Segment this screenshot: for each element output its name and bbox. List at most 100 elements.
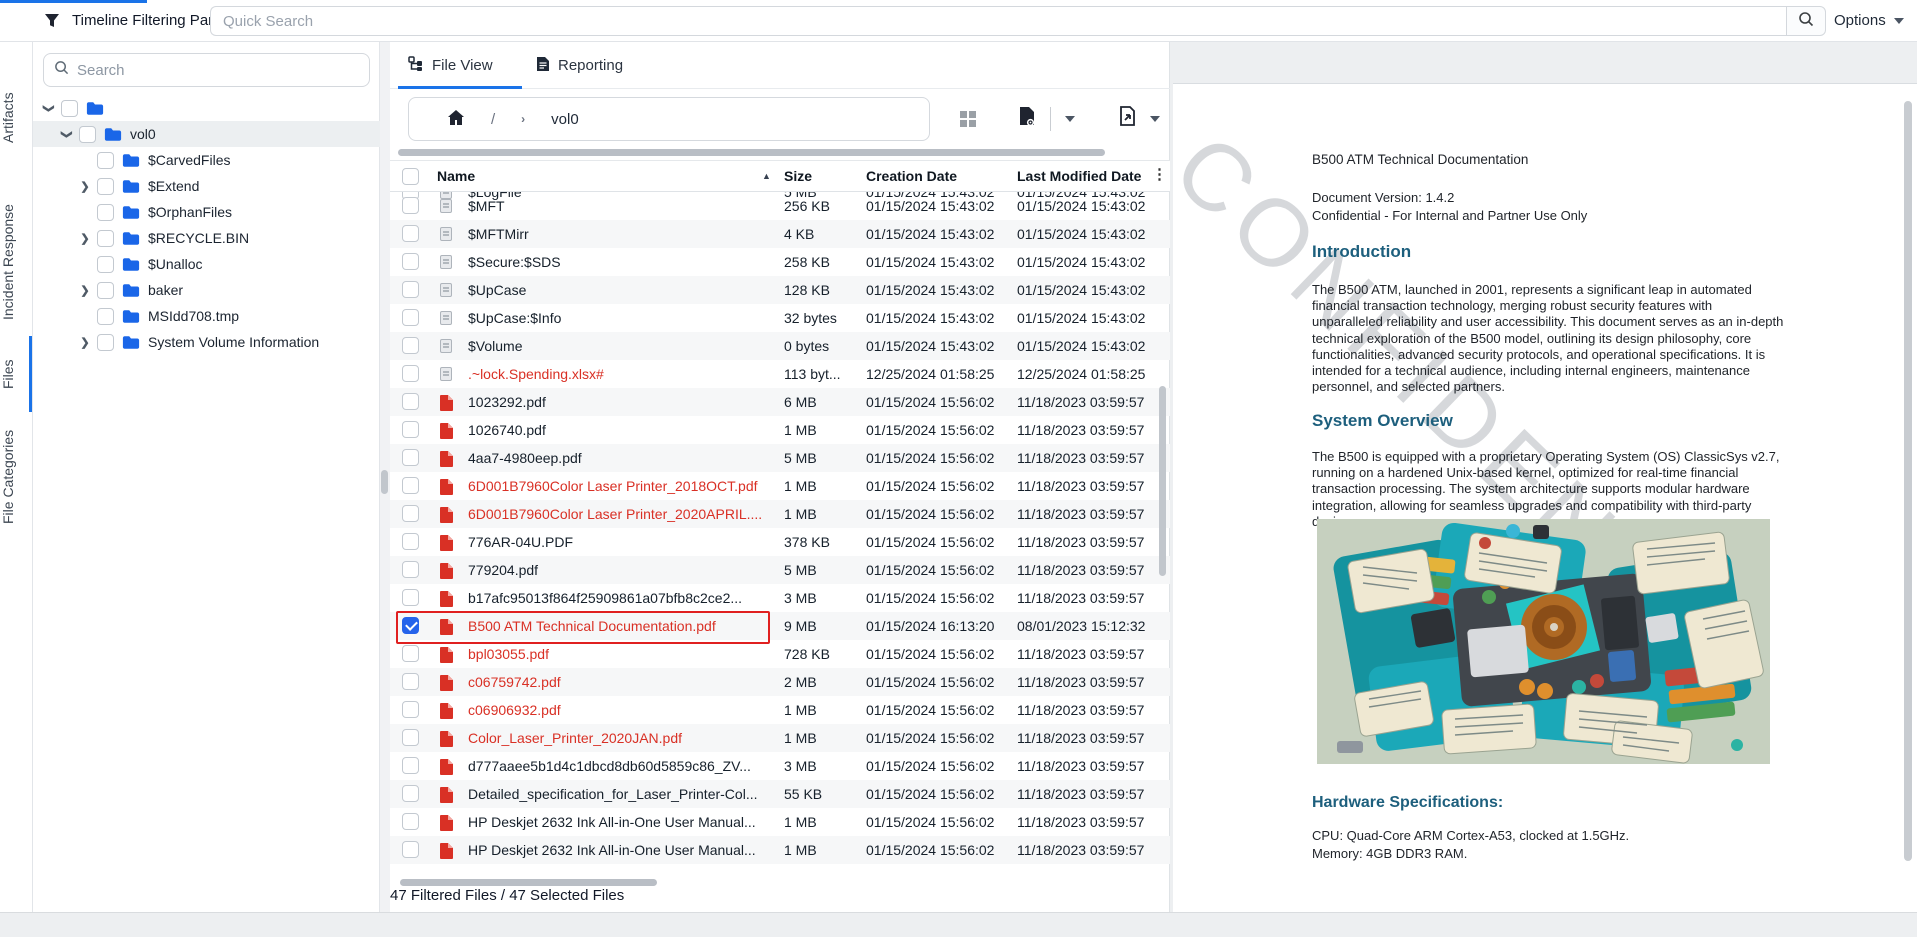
sidebar-tab-file-categories[interactable]: File Categories <box>0 414 33 539</box>
table-vertical-scrollbar-thumb[interactable] <box>1159 386 1166 576</box>
sort-ascending-icon[interactable]: ▲ <box>762 171 771 181</box>
quick-search-button[interactable] <box>1786 6 1826 36</box>
file-name-cell[interactable]: $UpCase <box>468 276 766 304</box>
quick-search-input[interactable] <box>210 6 1786 36</box>
column-header-creation-date[interactable]: Creation Date <box>866 168 957 184</box>
file-name-cell[interactable]: 779204.pdf <box>468 556 766 584</box>
file-name-cell[interactable]: 1026740.pdf <box>468 416 766 444</box>
file-name-cell[interactable]: 1023292.pdf <box>468 388 766 416</box>
options-button[interactable]: Options <box>1834 6 1904 36</box>
file-name-cell[interactable]: Color_Laser_Printer_2020JAN.pdf <box>468 724 766 752</box>
tree-item-msidd708-tmp[interactable]: ❯ MSIdd708.tmp <box>33 303 380 329</box>
home-icon[interactable] <box>447 109 465 130</box>
tree-item-checkbox[interactable] <box>97 334 114 351</box>
row-checkbox[interactable] <box>402 477 419 494</box>
file-name-cell[interactable]: 6D001B7960Color Laser Printer_2018OCT.pd… <box>468 472 766 500</box>
tree-item--recycle-bin[interactable]: ❯ $RECYCLE.BIN <box>33 225 380 251</box>
tree-item[interactable]: ❯ <box>33 95 380 121</box>
table-row[interactable]: c06906932.pdf 1 MB 01/15/2024 15:56:02 1… <box>390 696 1170 724</box>
row-checkbox[interactable] <box>402 533 419 550</box>
file-name-cell[interactable]: b17afc95013f864f25909861a07bfb8c2ce2... <box>468 584 766 612</box>
chevron-icon[interactable]: ❯ <box>77 336 93 349</box>
chevron-icon[interactable]: ❯ <box>77 180 93 193</box>
file-name-cell[interactable]: Detailed_specification_for_Laser_Printer… <box>468 780 766 808</box>
table-horizontal-scrollbar-bottom[interactable] <box>400 879 657 886</box>
tree-item--extend[interactable]: ❯ $Extend <box>33 173 380 199</box>
row-checkbox[interactable] <box>402 309 419 326</box>
table-horizontal-scrollbar-top[interactable] <box>398 149 1105 156</box>
file-name-cell[interactable]: 776AR-04U.PDF <box>468 528 766 556</box>
row-checkbox[interactable] <box>402 365 419 382</box>
sidebar-tab-files[interactable]: Files <box>0 344 33 404</box>
column-header-size[interactable]: Size <box>784 168 812 184</box>
breadcrumb[interactable]: / › vol0 <box>408 97 930 141</box>
tree-item-checkbox[interactable] <box>97 178 114 195</box>
preview-scrollbar-thumb[interactable] <box>1904 101 1912 861</box>
file-name-cell[interactable]: $MFTMirr <box>468 220 766 248</box>
chevron-down-icon[interactable] <box>1150 116 1160 122</box>
table-row[interactable]: b17afc95013f864f25909861a07bfb8c2ce2... … <box>390 584 1170 612</box>
row-checkbox[interactable] <box>402 505 419 522</box>
tab-file-view[interactable]: File View <box>408 42 493 89</box>
row-checkbox[interactable] <box>402 393 419 410</box>
tab-reporting[interactable]: Reporting <box>536 42 623 89</box>
tree-item--unalloc[interactable]: ❯ $Unalloc <box>33 251 380 277</box>
tree-item-baker[interactable]: ❯ baker <box>33 277 380 303</box>
tree-item-checkbox[interactable] <box>97 230 114 247</box>
table-row[interactable]: $Secure:$SDS 258 KB 01/15/2024 15:43:02 … <box>390 248 1170 276</box>
file-name-cell[interactable]: $UpCase:$Info <box>468 304 766 332</box>
chevron-icon[interactable]: ❯ <box>61 126 74 142</box>
table-row[interactable]: Detailed_specification_for_Laser_Printer… <box>390 780 1170 808</box>
tree-item-system-volume-information[interactable]: ❯ System Volume Information <box>33 329 380 355</box>
sidebar-tab-artifacts[interactable]: Artifacts <box>0 73 33 163</box>
table-row[interactable]: .~lock.Spending.xlsx# 113 byt... 12/25/2… <box>390 360 1170 388</box>
file-preview-icon[interactable] <box>1018 106 1036 132</box>
row-checkbox[interactable] <box>402 841 419 858</box>
file-name-cell[interactable]: HP Deskjet 2632 Ink All-in-One User Manu… <box>468 808 766 836</box>
row-checkbox[interactable] <box>402 673 419 690</box>
file-name-cell[interactable]: c06906932.pdf <box>468 696 766 724</box>
row-checkbox[interactable] <box>402 421 419 438</box>
row-checkbox[interactable] <box>402 757 419 774</box>
table-row[interactable]: bpl03055.pdf 728 KB 01/15/2024 15:56:02 … <box>390 640 1170 668</box>
row-checkbox[interactable] <box>402 645 419 662</box>
table-row[interactable]: Color_Laser_Printer_2020JAN.pdf 1 MB 01/… <box>390 724 1170 752</box>
select-all-checkbox[interactable] <box>402 168 419 185</box>
tree-item-checkbox[interactable] <box>97 256 114 273</box>
table-row[interactable]: HP Deskjet 2632 Ink All-in-One User Manu… <box>390 808 1170 836</box>
row-checkbox[interactable] <box>402 197 419 214</box>
tree-item--carvedfiles[interactable]: ❯ $CarvedFiles <box>33 147 380 173</box>
table-row[interactable]: B500 ATM Technical Documentation.pdf 9 M… <box>390 612 1170 640</box>
row-checkbox[interactable] <box>402 729 419 746</box>
tree-item--orphanfiles[interactable]: ❯ $OrphanFiles <box>33 199 380 225</box>
table-row[interactable]: 6D001B7960Color Laser Printer_2020APRIL.… <box>390 500 1170 528</box>
breadcrumb-path[interactable]: vol0 <box>551 111 579 128</box>
table-row[interactable]: $MFTMirr 4 KB 01/15/2024 15:43:02 01/15/… <box>390 220 1170 248</box>
file-name-cell[interactable]: HP Deskjet 2632 Ink All-in-One User Manu… <box>468 836 766 864</box>
table-row[interactable]: 779204.pdf 5 MB 01/15/2024 15:56:02 11/1… <box>390 556 1170 584</box>
row-checkbox[interactable] <box>402 225 419 242</box>
row-checkbox[interactable] <box>402 449 419 466</box>
column-header-name[interactable]: Name <box>437 168 475 184</box>
chevron-icon[interactable]: ❯ <box>43 100 56 116</box>
tree-scrollbar-thumb[interactable] <box>381 470 388 494</box>
file-name-cell[interactable]: $Volume <box>468 332 766 360</box>
tree-item-checkbox[interactable] <box>79 126 96 143</box>
table-row[interactable]: 4aa7-4980eep.pdf 5 MB 01/15/2024 15:56:0… <box>390 444 1170 472</box>
tree-item-checkbox[interactable] <box>97 204 114 221</box>
tree-item-checkbox[interactable] <box>97 152 114 169</box>
file-name-cell[interactable]: 4aa7-4980eep.pdf <box>468 444 766 472</box>
tree-item-checkbox[interactable] <box>61 100 78 117</box>
grid-view-icon[interactable] <box>960 111 976 127</box>
file-name-cell[interactable]: d777aaee5b1d4c1dbcd8db60d5859c86_ZV... <box>468 752 766 780</box>
sidebar-tab-incident-response[interactable]: Incident Response <box>0 182 33 342</box>
file-name-cell[interactable]: B500 ATM Technical Documentation.pdf <box>468 612 766 640</box>
file-name-cell[interactable]: 6D001B7960Color Laser Printer_2020APRIL.… <box>468 500 766 528</box>
chevron-icon[interactable]: ❯ <box>77 284 93 297</box>
table-row[interactable]: 776AR-04U.PDF 378 KB 01/15/2024 15:56:02… <box>390 528 1170 556</box>
column-header-last-modified[interactable]: Last Modified Date <box>1017 168 1141 184</box>
tree-item-checkbox[interactable] <box>97 308 114 325</box>
file-name-cell[interactable]: c06759742.pdf <box>468 668 766 696</box>
row-checkbox[interactable] <box>402 281 419 298</box>
file-name-cell[interactable]: $Secure:$SDS <box>468 248 766 276</box>
